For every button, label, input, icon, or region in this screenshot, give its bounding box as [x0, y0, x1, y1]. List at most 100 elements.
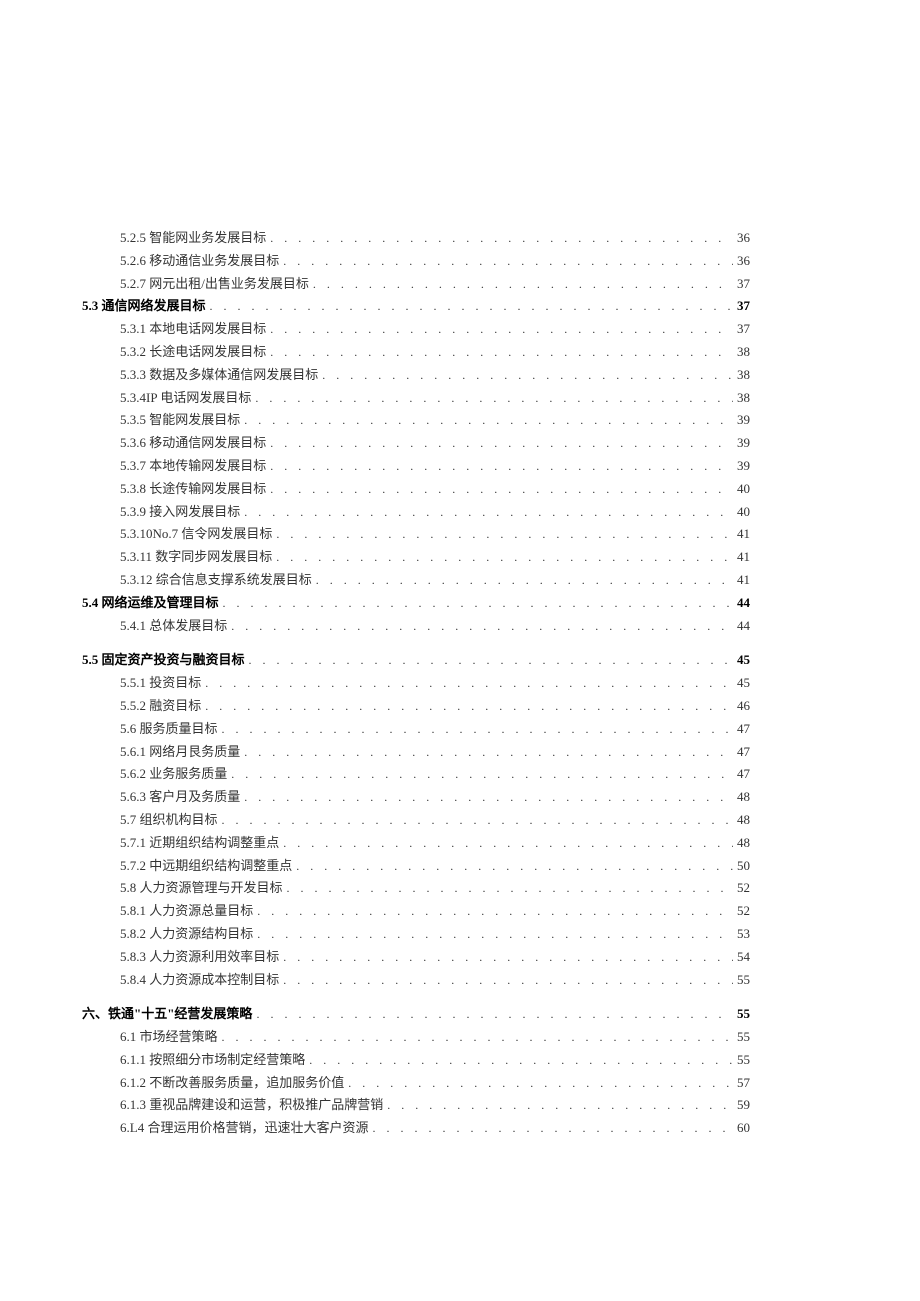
toc-entry-page: 40 — [737, 502, 750, 523]
toc-dot-leaders — [205, 697, 733, 716]
toc-entry-label: 5.7.2 中远期组织结构调整重点 — [120, 856, 292, 877]
toc-entry-label: 5.6.3 客户月及务质量 — [120, 787, 240, 808]
toc-entry: 5.7.2 中远期组织结构调整重点50 — [80, 856, 750, 877]
toc-dot-leaders — [223, 594, 733, 613]
toc-dot-leaders — [244, 743, 733, 762]
toc-entry-page: 45 — [737, 673, 750, 694]
toc-entry: 6.1.3 重视品牌建设和运营，积极推广品牌营销59 — [80, 1095, 750, 1116]
toc-entry: 5.3.8 长途传输网发展目标40 — [80, 479, 750, 500]
toc-entry: 5.7 组织机构目标 48 — [80, 810, 750, 831]
toc-entry: 5.6.2 业务服务质量 47 — [80, 764, 750, 785]
toc-dot-leaders — [244, 788, 733, 807]
toc-entry-page: 38 — [737, 388, 750, 409]
toc-entry: 5.2.5 智能网业务发展目标36 — [80, 228, 750, 249]
toc-dot-leaders — [276, 548, 733, 567]
toc-dot-leaders — [283, 252, 733, 271]
toc-dot-leaders — [222, 1028, 733, 1047]
toc-entry-page: 37 — [737, 296, 750, 317]
toc-entry-page: 48 — [737, 787, 750, 808]
toc-entry-page: 44 — [737, 616, 750, 637]
toc-entry: 5.7.1 近期组织结构调整重点48 — [80, 833, 750, 854]
toc-entry: 5.5 固定资产投资与融资目标 45 — [80, 650, 750, 671]
toc-entry-label: 6.1.1 按照细分市场制定经营策略 — [120, 1050, 305, 1071]
toc-entry-label: 5.3.12 综合信息支撑系统发展目标 — [120, 570, 312, 591]
toc-entry: 5.3.9 接入网发展目标 40 — [80, 502, 750, 523]
toc-entry: 5.3.11 数字同步网发展目标41 — [80, 547, 750, 568]
toc-dot-leaders — [270, 434, 733, 453]
toc-entry: 5.4 网络运维及管理目标44 — [80, 593, 750, 614]
toc-entry: 5.6 服务质量目标 47 — [80, 719, 750, 740]
toc-entry-page: 46 — [737, 696, 750, 717]
toc-entry-label: 5.3.7 本地传输网发展目标 — [120, 456, 266, 477]
toc-dot-leaders — [322, 366, 733, 385]
toc-entry-page: 41 — [737, 570, 750, 591]
toc-entry: 5.3 通信网络发展目标37 — [80, 296, 750, 317]
toc-dot-leaders — [313, 275, 733, 294]
toc-dot-leaders — [348, 1074, 733, 1093]
toc-entry-page: 53 — [737, 924, 750, 945]
toc-entry-page: 44 — [737, 593, 750, 614]
toc-dot-leaders — [287, 879, 733, 898]
toc-entry-label: 5.6.1 网络月艮务质量 — [120, 742, 240, 763]
toc-entry-label: 5.3.10No.7 信令网发展目标 — [120, 524, 272, 545]
toc-entry-label: 5.3.4IP 电话网发展目标 — [120, 388, 251, 409]
toc-entry-label: 5.6 服务质量目标 — [120, 719, 218, 740]
toc-dot-leaders — [205, 674, 733, 693]
toc-entry: 5.6.3 客户月及务质量 48 — [80, 787, 750, 808]
toc-entry: 6.1.1 按照细分市场制定经营策略 55 — [80, 1050, 750, 1071]
toc-dot-leaders — [231, 617, 733, 636]
toc-entry-label: 5.3.9 接入网发展目标 — [120, 502, 240, 523]
toc-entry: 5.8 人力资源管理与开发目标52 — [80, 878, 750, 899]
toc-entry: 5.6.1 网络月艮务质量47 — [80, 742, 750, 763]
toc-entry-page: 41 — [737, 524, 750, 545]
toc-entry-page: 55 — [737, 1050, 750, 1071]
toc-entry-page: 60 — [737, 1118, 750, 1139]
toc-entry: 5.8.2 人力资源结构目标 53 — [80, 924, 750, 945]
toc-entry-label: 5.4.1 总体发展目标 — [120, 616, 227, 637]
toc-dot-leaders — [256, 1005, 733, 1024]
toc-entry: 5.4.1 总体发展目标 44 — [80, 616, 750, 637]
toc-dot-leaders — [283, 971, 733, 990]
toc-entry-page: 47 — [737, 764, 750, 785]
toc-entry-label: 5.3.8 长途传输网发展目标 — [120, 479, 266, 500]
toc-entry-label: 5.2.5 智能网业务发展目标 — [120, 228, 266, 249]
toc-entry-label: 5.8.2 人力资源结构目标 — [120, 924, 253, 945]
toc-entry-label: 6.1 市场经营策略 — [120, 1027, 218, 1048]
toc-entry: 5.8.4 人力资源成本控制目标55 — [80, 970, 750, 991]
toc-entry: 5.3.6 移动通信网发展目标39 — [80, 433, 750, 454]
toc-entry-page: 47 — [737, 719, 750, 740]
toc-entry-label: 5.5 固定资产投资与融资目标 — [82, 650, 245, 671]
toc-entry: 5.3.4IP 电话网发展目标 38 — [80, 388, 750, 409]
toc-dot-leaders — [270, 457, 733, 476]
toc-entry-label: 5.3.1 本地电话网发展目标 — [120, 319, 266, 340]
toc-dot-leaders — [231, 765, 733, 784]
toc-entry-label: 5.5.1 投资目标 — [120, 673, 201, 694]
toc-entry-label: 6.1.2 不断改善服务质量，追加服务价值 — [120, 1073, 344, 1094]
toc-entry: 5.3.1 本地电话网发展目标37 — [80, 319, 750, 340]
toc-dot-leaders — [255, 389, 733, 408]
toc-entry-page: 45 — [737, 650, 750, 671]
toc-dot-leaders — [296, 857, 733, 876]
toc-entry-page: 57 — [737, 1073, 750, 1094]
toc-entry-label: 5.2.7 网元出租/出售业务发展目标 — [120, 274, 309, 295]
toc-entry-label: 5.5.2 融资目标 — [120, 696, 201, 717]
toc-entry: 5.3.5 智能网发展目标39 — [80, 410, 750, 431]
toc-entry-page: 59 — [737, 1095, 750, 1116]
toc-entry-page: 48 — [737, 810, 750, 831]
toc-entry-label: 5.7 组织机构目标 — [120, 810, 218, 831]
toc-entry: 6.L4 合理运用价格营销，迅速壮大客户资源60 — [80, 1118, 750, 1139]
toc-entry-label: 5.8 人力资源管理与开发目标 — [120, 878, 283, 899]
toc-entry-label: 5.6.2 业务服务质量 — [120, 764, 227, 785]
toc-entry-page: 38 — [737, 365, 750, 386]
toc-dot-leaders — [309, 1051, 733, 1070]
toc-entry-page: 55 — [737, 1027, 750, 1048]
toc-entry: 5.3.12 综合信息支撑系统发展目标 41 — [80, 570, 750, 591]
toc-entry-page: 55 — [737, 970, 750, 991]
toc-dot-leaders — [270, 343, 733, 362]
toc-entry: 5.5.1 投资目标 45 — [80, 673, 750, 694]
toc-entry-page: 39 — [737, 433, 750, 454]
toc-entry-label: 5.2.6 移动通信业务发展目标 — [120, 251, 279, 272]
toc-entry-page: 36 — [737, 251, 750, 272]
toc-dot-leaders — [283, 948, 733, 967]
toc-dot-leaders — [283, 834, 733, 853]
